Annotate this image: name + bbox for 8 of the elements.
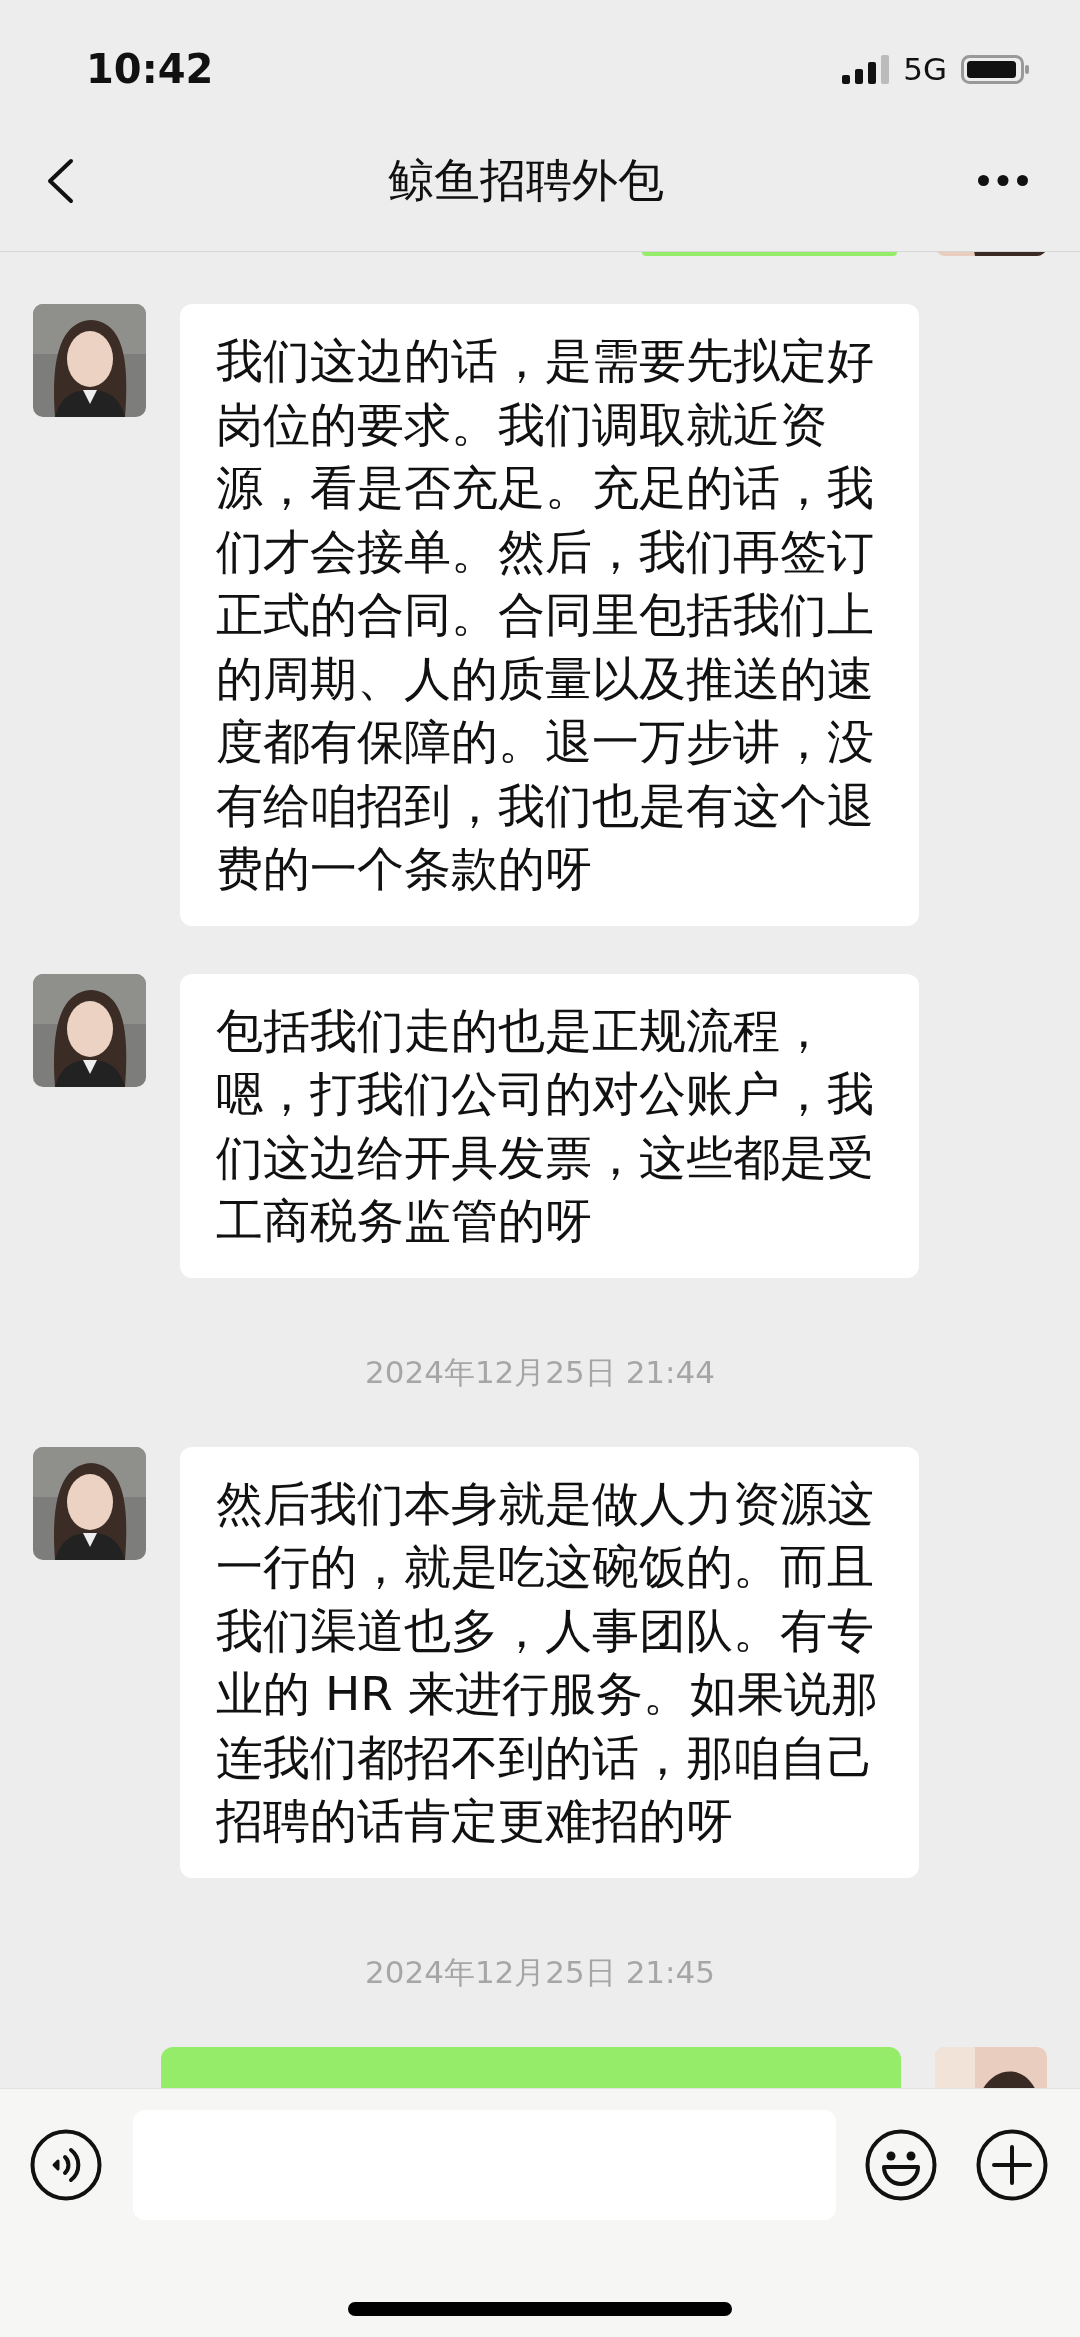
message-bubble: 我们这边的话，是需要先拟定好岗位的要求。我们调取就近资源，看是否充足。充足的话，我们才会接单。然后，我们再签订正式的合同。合同里包括我们上的周期、人的质量以及推送的速度都有保障的。退一万步讲，没有给咱招到，我们也是有这个退费的一个条款的呀 xyxy=(180,304,919,926)
status-time: 10:42 xyxy=(86,45,214,92)
message-bubble: 包括我们走的也是正规流程，嗯，打我们公司的对公账户，我们这边给开具发票，这些都是受工商税务监管的呀 xyxy=(180,973,919,1278)
chat-title: 鲸鱼招聘外包 xyxy=(387,151,665,209)
network-label: 5G xyxy=(903,51,947,87)
timestamp: 2024年12月25日 21:44 xyxy=(365,1352,715,1392)
message-bubble: 然后我们本身就是做人力资源这一行的，就是吃这碗饭的。而且我们渠道也多，人事团队。有专业的 HR 来进行服务。如果说那连我们都招不到的话，那咱自己招聘的话肯定更难招的呀 xyxy=(180,1446,919,1878)
timestamp: 2024年12月25日 21:45 xyxy=(365,1952,715,1992)
